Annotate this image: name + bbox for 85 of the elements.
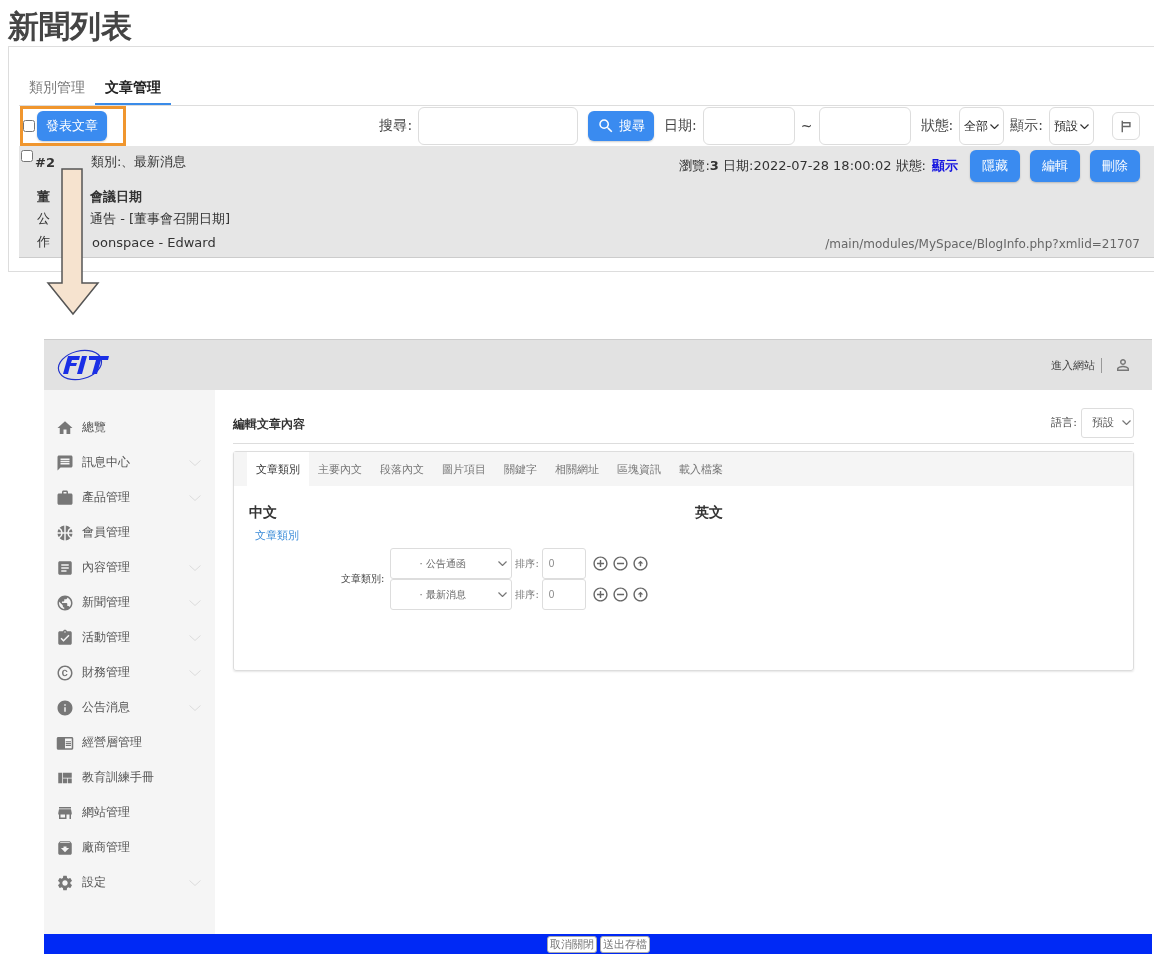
article-title: 會議日期 [90, 188, 142, 206]
display-select[interactable]: 預設 [1049, 107, 1094, 145]
footer-button[interactable]: 取消關閉 [546, 935, 597, 953]
briefcase-icon [56, 488, 74, 507]
tab[interactable]: 載入檔案 [670, 452, 732, 486]
article-author: 作 [37, 233, 50, 251]
copyright-icon [56, 663, 74, 682]
sidebar-item[interactable]: 活動管理 [56, 620, 215, 655]
search-field[interactable] [418, 107, 579, 145]
article-meta: 瀏覽:3 日期:2022-07-28 18:00:02 狀態: [679, 157, 926, 175]
user-icon[interactable] [1114, 356, 1132, 374]
sidebar-item[interactable]: 內容管理 [56, 550, 215, 585]
tab[interactable]: 關鍵字 [495, 452, 546, 486]
section-heading: 英文 [695, 504, 724, 522]
page-title: 新聞列表 [7, 7, 133, 46]
sidebar-item[interactable]: 公告消息 [56, 690, 215, 725]
footer-button[interactable]: 送出存檔 [599, 935, 650, 953]
language-label: 語言: [1051, 415, 1077, 430]
sidebar-item[interactable]: 財務管理 [56, 655, 215, 690]
checkbox[interactable] [21, 150, 33, 162]
category-select[interactable]: · 最新消息 [390, 579, 513, 610]
date-field[interactable] [818, 107, 911, 145]
display-label: 顯示: [1010, 117, 1043, 135]
article-author: oonspace - Edward [92, 234, 216, 250]
up-icon[interactable] [631, 586, 649, 603]
tab[interactable]: 類別管理 [19, 73, 95, 105]
caret-icon [1122, 420, 1131, 425]
add-icon[interactable] [591, 586, 609, 603]
date-label: 日期: [664, 117, 697, 135]
article-title: 董 [37, 188, 50, 206]
category-link[interactable]: 文章類別 [255, 528, 695, 543]
globe-icon [56, 593, 74, 612]
article-url: /main/modules/MySpace/BlogInfo.php?xmlid=21707 [825, 237, 1140, 251]
clipboard-check-icon [56, 628, 74, 647]
tab[interactable]: 文章管理 [95, 73, 171, 105]
article-category: 類別:、最新消息 [90, 153, 187, 171]
remove-icon[interactable] [611, 555, 629, 572]
article-id: #2 [35, 154, 55, 170]
info-icon [56, 698, 74, 717]
category-label: 文章類別: [341, 572, 385, 586]
tab[interactable]: 段落內文 [371, 452, 433, 486]
order-label: 排序: [515, 587, 539, 602]
article-summary: 通告 - [董事會召開日期] [90, 210, 231, 228]
section-heading: 中文 [249, 504, 278, 522]
sidebar-item[interactable]: 設定 [56, 865, 215, 900]
tab[interactable]: 文章類別 [247, 452, 309, 486]
tab[interactable]: 區塊資訊 [608, 452, 670, 486]
order-field[interactable]: 0 [541, 579, 586, 610]
category-select[interactable]: · 公告通函 [390, 548, 513, 579]
sidebar-item[interactable]: 產品管理 [56, 480, 215, 515]
sidebar-item[interactable]: 網站管理 [56, 795, 215, 830]
caret-icon [1080, 123, 1089, 129]
order-field[interactable]: 0 [541, 548, 586, 579]
caret-icon [498, 561, 508, 566]
tab[interactable]: 圖片項目 [433, 452, 495, 486]
sidebar-item[interactable]: 新聞管理 [56, 585, 215, 620]
sidebar-item[interactable]: 廠商管理 [56, 830, 215, 865]
date-field[interactable] [702, 107, 795, 145]
checkbox[interactable] [23, 120, 35, 132]
language-select[interactable]: 預設 [1081, 407, 1134, 438]
remove-icon[interactable] [611, 586, 629, 603]
status-select[interactable]: 全部 [959, 107, 1005, 145]
caret-icon [990, 123, 1000, 129]
sidebar-item[interactable]: 教育訓練手冊 [56, 760, 215, 795]
enter-site-link[interactable]: 進入網站 [1051, 357, 1102, 373]
sidebar-item[interactable]: 會員管理 [56, 515, 215, 550]
status-label: 狀態: [920, 117, 954, 135]
settings-icon [56, 873, 74, 892]
article-status: 顯示 [932, 157, 958, 175]
date-separator: ~ [800, 118, 813, 134]
add-icon[interactable] [591, 555, 609, 572]
caret-icon [498, 592, 508, 597]
document-icon [56, 558, 74, 577]
tab[interactable]: 主要內文 [309, 452, 371, 486]
page-heading: 編輯文章內容 [233, 416, 305, 433]
order-label: 排序: [515, 556, 539, 571]
sidebar-item[interactable]: 經營層管理 [56, 725, 215, 760]
search-label: 搜尋: [379, 117, 413, 135]
up-icon[interactable] [631, 555, 649, 572]
article-summary: 公 [37, 210, 50, 228]
chat-icon [56, 453, 74, 472]
sidebar-item[interactable]: 總覽 [56, 410, 215, 445]
archive-icon [56, 838, 74, 857]
sidebar-item[interactable]: 訊息中心 [56, 445, 215, 480]
tab[interactable]: 相關網址 [546, 452, 608, 486]
